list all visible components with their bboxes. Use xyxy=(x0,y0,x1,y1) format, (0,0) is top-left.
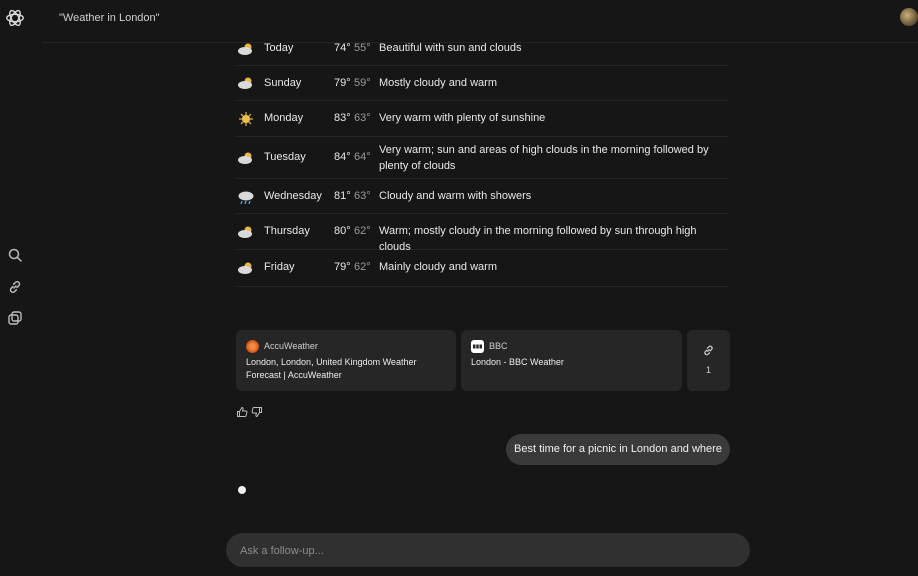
forecast-day: Tuesday xyxy=(264,151,306,163)
forecast-day: Wednesday xyxy=(264,190,322,202)
partly-cloudy-icon xyxy=(238,262,252,274)
loading-indicator xyxy=(238,486,246,494)
forecast-high: 74° xyxy=(334,42,351,54)
forecast-low: 55° xyxy=(354,42,371,54)
forecast-high: 80° xyxy=(334,225,351,237)
source-card-accuweather[interactable]: AccuWeather London, London, United Kingd… xyxy=(236,330,456,391)
source-name: BBC xyxy=(489,341,508,351)
follow-up-input[interactable] xyxy=(238,533,732,569)
link-icon[interactable] xyxy=(7,279,23,295)
sidebar xyxy=(0,0,30,576)
forecast-low: 64° xyxy=(354,151,371,163)
collections-icon[interactable] xyxy=(7,310,23,326)
page-title: "Weather in London" xyxy=(59,12,160,24)
forecast-low: 62° xyxy=(354,225,371,237)
forecast-row: Friday 79° 62° Mainly cloudy and warm xyxy=(236,250,728,287)
source-cards: AccuWeather London, London, United Kingd… xyxy=(236,330,730,391)
partly-cloudy-icon xyxy=(238,43,252,55)
forecast-high: 83° xyxy=(334,112,351,124)
link-icon xyxy=(704,345,713,356)
forecast-day: Friday xyxy=(264,261,295,273)
thumbs-down-icon[interactable] xyxy=(251,406,263,418)
more-sources-count: 1 xyxy=(705,365,711,375)
forecast-low: 59° xyxy=(354,77,371,89)
forecast-high: 81° xyxy=(334,190,351,202)
more-sources-button[interactable]: 1 xyxy=(687,330,730,391)
bbc-favicon-icon xyxy=(471,340,484,353)
forecast-day: Monday xyxy=(264,112,304,124)
source-title: London, London, United Kingdom Weather F… xyxy=(246,357,417,380)
forecast-day: Thursday xyxy=(264,225,310,237)
forecast-row: Sunday 79° 59° Mostly cloudy and warm xyxy=(236,66,728,101)
partly-cloudy-icon xyxy=(238,226,252,238)
forecast-day: Sunday xyxy=(264,77,302,89)
partly-cloudy-icon xyxy=(238,152,252,164)
composer xyxy=(226,533,750,569)
forecast-description: Beautiful with sun and clouds xyxy=(379,42,522,54)
forecast-description: Very warm with plenty of sunshine xyxy=(379,112,546,124)
openai-logo-icon[interactable] xyxy=(4,7,26,29)
source-card-bbc[interactable]: BBC London - BBC Weather xyxy=(461,330,682,391)
cloud-rain-icon xyxy=(238,191,254,204)
accuweather-favicon-icon xyxy=(246,340,259,353)
forecast-low: 63° xyxy=(354,190,371,202)
forecast-list: Today 74° 55° Beautiful with sun and clo… xyxy=(236,32,728,287)
forecast-row: Thursday 80° 62° Warm; mostly cloudy in … xyxy=(236,214,728,253)
forecast-day: Today xyxy=(264,42,294,54)
forecast-description: Mostly cloudy and warm xyxy=(379,77,497,89)
forecast-row: Wednesday 81° 63° Cloudy and warm with s… xyxy=(236,179,728,214)
forecast-row: Today 74° 55° Beautiful with sun and clo… xyxy=(236,32,728,66)
forecast-high: 79° xyxy=(334,77,351,89)
source-title: London - BBC Weather xyxy=(471,357,564,367)
forecast-row: Monday 83° 63° Very warm with plenty of … xyxy=(236,101,728,137)
forecast-high: 84° xyxy=(334,151,351,163)
forecast-low: 62° xyxy=(354,261,371,273)
forecast-description: Cloudy and warm with showers xyxy=(379,190,532,202)
partly-cloudy-icon xyxy=(238,77,252,89)
forecast-description: Mainly cloudy and warm xyxy=(379,261,497,273)
thumbs-up-icon[interactable] xyxy=(236,406,248,418)
search-icon[interactable] xyxy=(7,247,23,263)
user-message-bubble: Best time for a picnic in London and whe… xyxy=(506,434,730,465)
forecast-high: 79° xyxy=(334,261,351,273)
sun-icon xyxy=(239,112,253,126)
source-name: AccuWeather xyxy=(264,341,318,351)
forecast-row: Tuesday 84° 64° Very warm; sun and areas… xyxy=(236,137,728,179)
forecast-low: 63° xyxy=(354,112,371,124)
avatar[interactable] xyxy=(900,8,918,26)
forecast-description: Very warm; sun and areas of high clouds … xyxy=(379,144,709,172)
